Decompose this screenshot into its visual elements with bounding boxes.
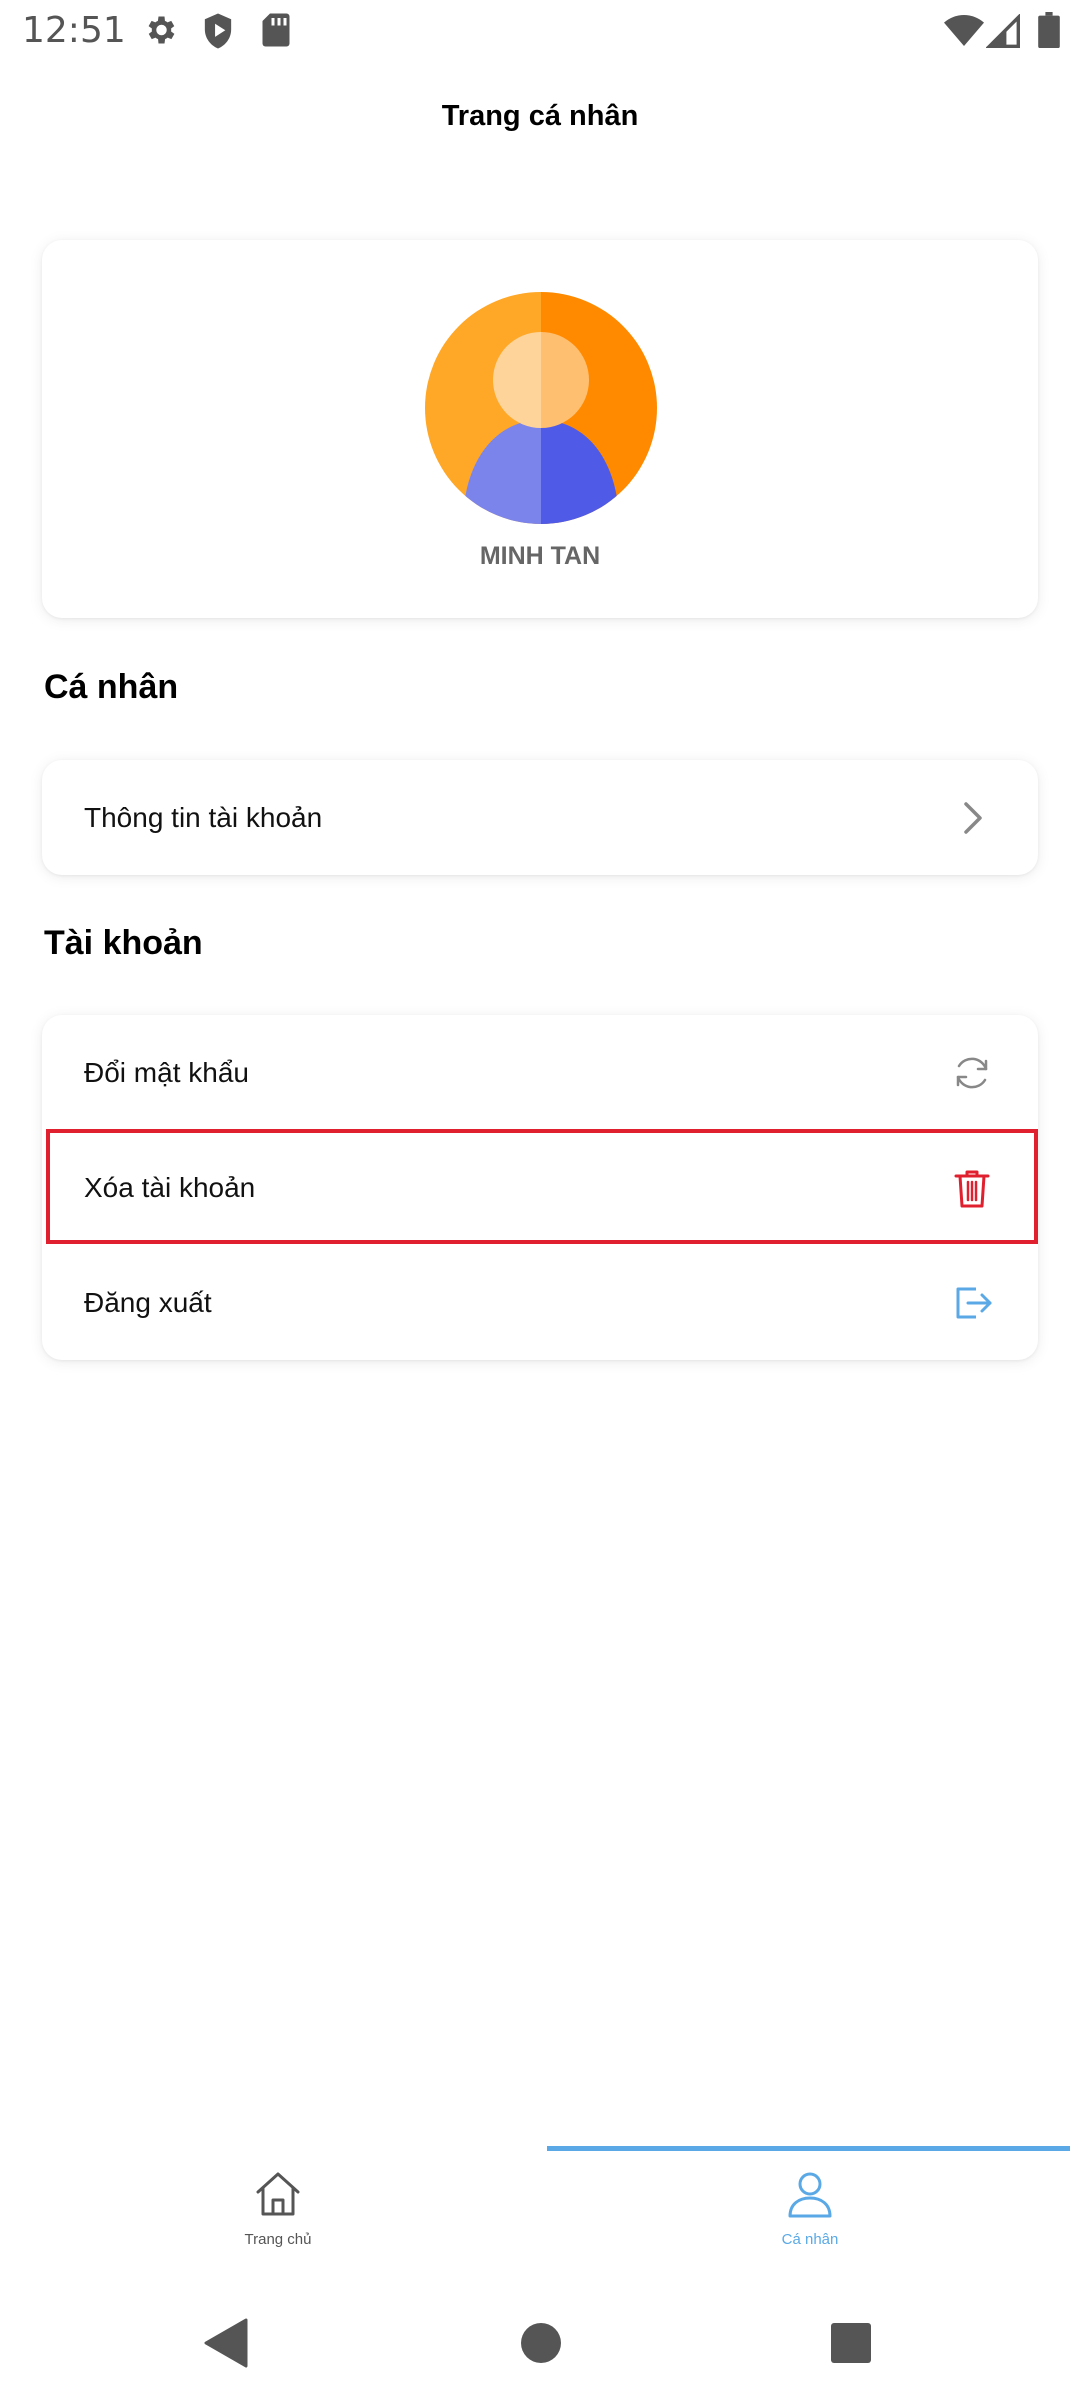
active-tab-indicator: [547, 2146, 1070, 2151]
tab-profile-label: Cá nhân: [781, 2231, 839, 2248]
profile-card: MINH TAN: [42, 240, 1038, 618]
recents-icon[interactable]: [830, 2322, 872, 2369]
personal-card: Thông tin tài khoản: [42, 760, 1038, 875]
back-icon[interactable]: [204, 2318, 248, 2373]
change-password-row[interactable]: Đổi mật khẩu: [42, 1015, 1038, 1130]
section-heading-account: Tài khoản: [44, 924, 203, 962]
logout-icon: [948, 1279, 996, 1327]
account-info-label: Thông tin tài khoản: [84, 802, 323, 833]
tab-profile[interactable]: Cá nhân: [660, 2168, 960, 2248]
status-bar: 12:51: [0, 0, 1080, 66]
tab-home-label: Trang chủ: [244, 2231, 312, 2248]
logout-row[interactable]: Đăng xuất: [42, 1245, 1038, 1360]
tab-home[interactable]: Trang chủ: [128, 2168, 428, 2248]
delete-account-highlight: [46, 1129, 1038, 1244]
sd-card-icon: [260, 12, 292, 48]
gear-icon: [142, 12, 178, 48]
user-icon: [784, 2168, 836, 2225]
profile-screen: 12:51 Trang cá nhân MINH TAN Cá nhân Thô…: [0, 0, 1080, 2400]
refresh-icon: [948, 1049, 996, 1097]
page-title: Trang cá nhân: [441, 100, 639, 132]
chevron-right-icon: [948, 794, 996, 842]
section-heading-personal: Cá nhân: [44, 668, 179, 706]
home-icon: [252, 2168, 304, 2225]
wifi-icon: [944, 14, 984, 48]
status-time: 12:51: [22, 10, 126, 51]
battery-icon: [1038, 12, 1060, 48]
change-password-label: Đổi mật khẩu: [84, 1057, 249, 1088]
home-circle-icon[interactable]: [520, 2322, 562, 2369]
logout-label: Đăng xuất: [84, 1287, 212, 1318]
avatar[interactable]: [425, 292, 657, 524]
cellular-signal-icon: [986, 14, 1020, 48]
account-info-row[interactable]: Thông tin tài khoản: [42, 760, 1038, 875]
shield-play-icon: [200, 12, 236, 50]
profile-name: MINH TAN: [479, 542, 601, 570]
